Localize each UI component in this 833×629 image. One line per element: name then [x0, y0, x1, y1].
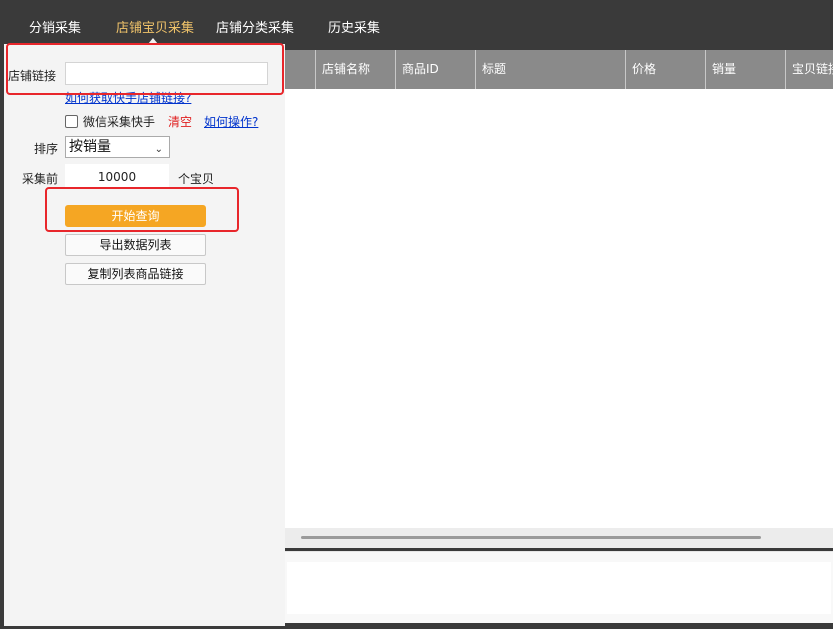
log-panel	[285, 551, 833, 623]
column-header-index	[285, 50, 315, 89]
table-header: 店铺名称 商品ID 标题 价格 销量 宝贝链接	[285, 50, 833, 89]
column-header-price[interactable]: 价格	[625, 50, 705, 89]
column-header-title[interactable]: 标题	[475, 50, 625, 89]
shop-link-label: 店铺链接	[8, 69, 57, 83]
horizontal-scrollbar[interactable]	[285, 528, 833, 548]
collect-suffix-label: 个宝贝	[178, 172, 215, 186]
sort-select[interactable]: 按销量 ⌄	[65, 136, 170, 158]
copy-item-links-button[interactable]: 复制列表商品链接	[65, 263, 206, 285]
column-header-item-id[interactable]: 商品ID	[395, 50, 475, 89]
shop-link-input[interactable]	[65, 62, 268, 85]
column-header-shop-name[interactable]: 店铺名称	[315, 50, 395, 89]
collect-prefix-label: 采集前	[22, 172, 59, 186]
left-control-panel: 店铺链接 如何获取快手店铺链接? 微信采集快手 清空 如何操作? 排序 按销量 …	[4, 44, 285, 626]
how-to-get-shop-link[interactable]: 如何获取快手店铺链接?	[65, 89, 191, 106]
how-to-operate-link[interactable]: 如何操作?	[204, 113, 258, 130]
log-output-area[interactable]	[287, 562, 831, 614]
wechat-collect-label: 微信采集快手	[83, 115, 156, 129]
tab-shop-category-collect[interactable]: 店铺分类采集	[216, 17, 294, 36]
start-query-button[interactable]: 开始查询	[65, 205, 206, 227]
chevron-down-icon: ⌄	[154, 144, 163, 155]
column-header-sales[interactable]: 销量	[705, 50, 785, 89]
column-header-item-link[interactable]: 宝贝链接	[785, 50, 833, 89]
tab-history-collect[interactable]: 历史采集	[328, 17, 380, 36]
export-data-list-button[interactable]: 导出数据列表	[65, 234, 206, 256]
sort-select-value: 按销量	[69, 139, 111, 155]
tab-distribution-collect[interactable]: 分销采集	[29, 17, 81, 36]
results-table: 店铺名称 商品ID 标题 价格 销量 宝贝链接	[285, 50, 833, 528]
clear-link[interactable]: 清空	[168, 113, 192, 130]
collect-count-input[interactable]	[65, 164, 169, 189]
sort-label: 排序	[34, 142, 59, 156]
wechat-collect-checkbox[interactable]	[65, 115, 78, 128]
top-nav-bar: 分销采集 店铺宝贝采集 店铺分类采集 历史采集	[0, 0, 833, 46]
tab-shop-items-collect[interactable]: 店铺宝贝采集	[116, 17, 194, 36]
scrollbar-thumb[interactable]	[301, 536, 761, 539]
